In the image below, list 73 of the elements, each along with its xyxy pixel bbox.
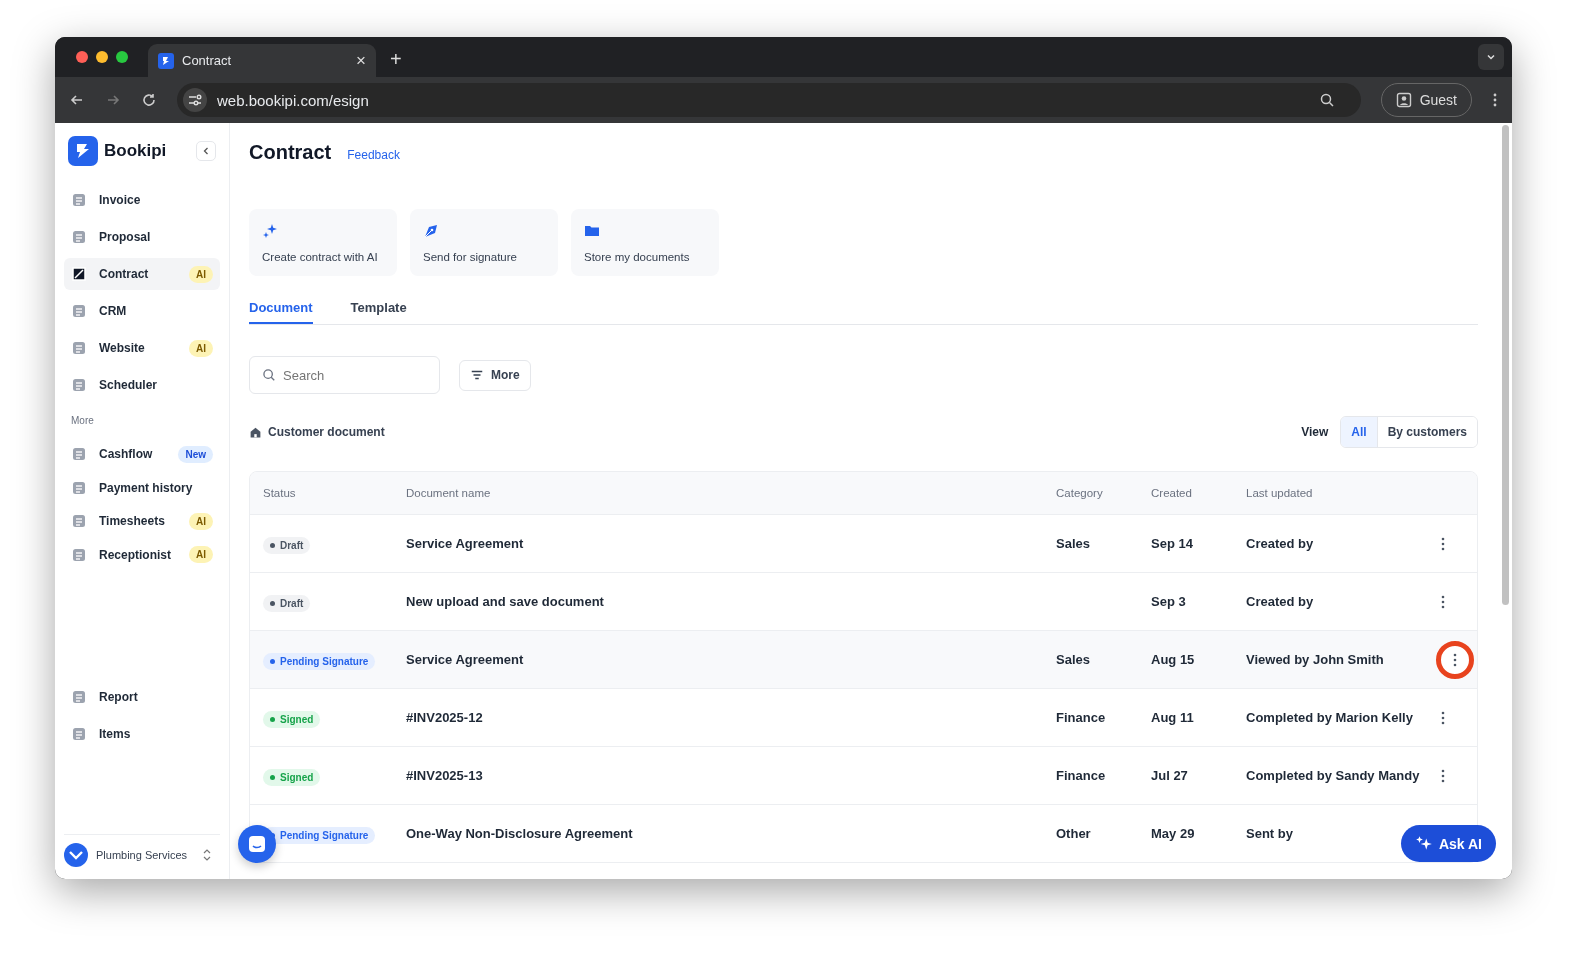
sidebar-item[interactable]: Invoice: [64, 184, 220, 216]
section-title: Customer document: [268, 425, 385, 439]
table-cell-text: Completed by Marion Kelly: [1246, 710, 1414, 725]
table-cell: Sales: [1056, 536, 1090, 551]
nav-badge: AI: [189, 265, 213, 283]
table-cell-text: Jul 27: [1151, 768, 1189, 783]
nav-badge: AI: [189, 339, 213, 357]
account-switcher[interactable]: Plumbing Services: [64, 834, 220, 867]
table-cell: Sales: [1056, 652, 1090, 667]
table-cell-text: Service Agreement: [406, 652, 525, 667]
status-badge: Draft: [263, 536, 311, 554]
sidebar-item[interactable]: Contract AI: [64, 258, 220, 290]
tab[interactable]: Document: [249, 296, 313, 324]
table-cell-text: #INV2025-13: [406, 768, 484, 783]
table-cell-text: Viewed by John Smith: [1246, 652, 1385, 667]
table-cell-text: Created by: [1246, 594, 1315, 609]
table-cell-text: Service Agreement: [406, 536, 525, 551]
column-header: Created: [1151, 487, 1193, 499]
tab[interactable]: Template: [350, 296, 407, 324]
table-cell-text: Sep 3: [1151, 594, 1187, 609]
feedback-link[interactable]: Feedback: [347, 148, 400, 162]
table-cell: Finance: [1056, 768, 1106, 783]
status-badge: Signed: [263, 768, 321, 786]
column-header: Document name: [406, 487, 492, 499]
section-label: More: [70, 414, 95, 428]
browser-tab[interactable]: Contract ×: [148, 44, 376, 77]
search-field[interactable]: Search: [249, 356, 440, 394]
view-label: View: [1301, 425, 1329, 439]
table-cell: Finance: [1056, 710, 1106, 725]
table-cell-text: Created by: [1246, 536, 1315, 551]
brand-name: Bookipi: [104, 141, 168, 161]
table-cell: Other: [1056, 826, 1091, 841]
status-badge: Draft: [263, 594, 311, 612]
address-bar[interactable]: web.bookipi.com/esign: [177, 83, 1361, 117]
sidebar-item[interactable]: Receptionist AI: [64, 538, 220, 571]
column-header: Last updated: [1246, 487, 1314, 499]
tab-close-button[interactable]: ×: [356, 50, 366, 71]
column-header: Status: [263, 487, 297, 499]
status-badge: Signed: [263, 710, 321, 728]
table-cell-text: Completed by Sandy Mandy: [1246, 768, 1421, 783]
table-cell-text: One-Way Non-Disclosure Agreement: [406, 826, 634, 841]
sidebar-item[interactable]: Scheduler: [64, 369, 220, 401]
nav-badge: AI: [189, 512, 213, 530]
ask-ai-button[interactable]: Ask AI: [1400, 825, 1496, 862]
sidebar-item[interactable]: Payment history: [64, 471, 220, 504]
nav-badge: New: [178, 445, 213, 463]
table-cell-text: Sent by: [1246, 826, 1294, 841]
action-card[interactable]: Send for signature: [410, 209, 558, 276]
column-header: Category: [1056, 487, 1104, 499]
sidebar-item[interactable]: Timesheets AI: [64, 505, 220, 537]
table-cell-text: Aug 15: [1151, 652, 1196, 667]
more-filters-button[interactable]: More: [459, 359, 531, 391]
profile-button[interactable]: Guest: [1380, 83, 1472, 117]
nav-badge: AI: [189, 546, 213, 563]
table-cell-text: New upload and save document: [406, 594, 605, 609]
sidebar-item[interactable]: Report: [64, 681, 220, 713]
view-option[interactable]: All: [1341, 417, 1377, 447]
new-tab-button[interactable]: +: [390, 48, 402, 71]
sidebar-item[interactable]: Cashflow New: [64, 438, 220, 470]
sidebar-item[interactable]: Proposal: [64, 221, 220, 253]
table-cell-text: Sep 14: [1151, 536, 1194, 551]
sidebar-item[interactable]: Website AI: [64, 332, 220, 364]
table-cell-text: #INV2025-12: [406, 710, 484, 725]
page-title: Contract: [249, 141, 332, 164]
sidebar-item[interactable]: CRM: [64, 295, 220, 327]
action-card[interactable]: Create contract with AI: [249, 209, 397, 276]
view-option[interactable]: By customers: [1376, 417, 1477, 447]
table-cell-text: Aug 11: [1151, 710, 1195, 725]
table-cell-text: May 29: [1151, 826, 1196, 841]
action-card[interactable]: Store my documents: [571, 209, 719, 276]
tab-title: Contract: [182, 53, 233, 68]
sidebar-item[interactable]: Items: [64, 718, 220, 750]
status-badge: Pending Signature: [263, 652, 376, 670]
